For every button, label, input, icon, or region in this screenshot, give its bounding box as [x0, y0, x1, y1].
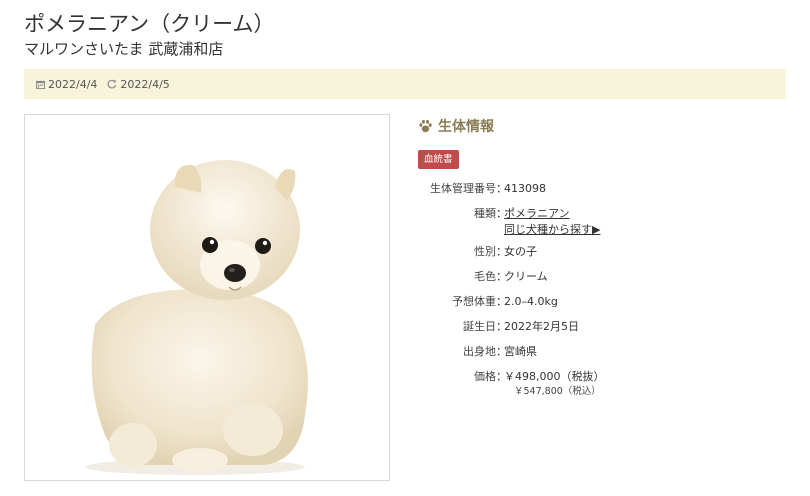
- info-separator: ：: [496, 182, 507, 195]
- info-separator: ：: [496, 295, 507, 308]
- published-date-text: 2022/4/4: [48, 77, 98, 91]
- info-label: 種類: [474, 207, 496, 220]
- info-separator: ：: [496, 207, 507, 220]
- info-separator: ：: [496, 345, 507, 358]
- info-row-color: 毛色 ： クリーム: [418, 270, 748, 284]
- updated-date: 2022/4/5: [107, 77, 170, 91]
- info-label: 予想体重: [452, 295, 496, 308]
- price-inc-tax: ￥547,800（税込）: [514, 386, 601, 397]
- refresh-icon: [107, 79, 117, 89]
- info-row-breed: 種類 ： ポメラニアン 同じ犬種から探す▶: [418, 207, 748, 237]
- info-row-weight: 予想体重 ： 2.0–4.0kg: [418, 295, 748, 309]
- same-breed-search-link[interactable]: 同じ犬種から探す▶: [504, 223, 748, 237]
- info-value: ￥498,000（税抜） ￥547,800（税込）: [504, 370, 748, 399]
- published-date: 2022/4/4: [36, 78, 97, 91]
- date-bar: 2022/4/4 2022/4/5: [24, 69, 786, 99]
- info-label: 毛色: [474, 270, 496, 283]
- info-separator: ：: [496, 270, 507, 283]
- info-row-sex: 性別 ： 女の子: [418, 245, 748, 259]
- info-value: 2022年2月5日: [504, 320, 579, 333]
- info-row-birthday: 誕生日 ： 2022年2月5日: [418, 320, 748, 334]
- puppy-image: [25, 115, 389, 480]
- shop-name: マルワンさいたま 武蔵浦和店: [24, 40, 224, 58]
- section-title: 生体情報: [418, 116, 494, 136]
- info-value: 413098: [504, 182, 546, 195]
- section-title-text: 生体情報: [438, 119, 494, 135]
- updated-date-text: 2022/4/5: [120, 77, 170, 91]
- calendar-icon: [36, 80, 45, 89]
- paw-icon: [419, 119, 432, 133]
- page-title: ポメラニアン（クリーム）: [24, 12, 275, 36]
- info-separator: ：: [496, 320, 507, 333]
- puppy-photo: [24, 114, 390, 481]
- info-value: 女の子: [504, 245, 537, 258]
- info-label: 出身地: [463, 345, 496, 358]
- info-label: 誕生日: [463, 320, 496, 333]
- info-value: 2.0–4.0kg: [504, 295, 558, 308]
- info-row-id: 生体管理番号 ： 413098: [418, 182, 748, 196]
- info-value: 宮崎県: [504, 345, 537, 358]
- price-ex-tax: ￥498,000（税抜）: [504, 370, 605, 383]
- info-value: ポメラニアン 同じ犬種から探す▶: [504, 207, 748, 237]
- info-label: 性別: [474, 245, 496, 258]
- info-row-origin: 出身地 ： 宮崎県: [418, 345, 748, 359]
- info-label: 価格: [474, 370, 496, 383]
- info-value: クリーム: [504, 270, 548, 283]
- info-table: 生体管理番号 ： 413098 種類 ： ポメラニアン 同じ犬種から探す▶ 性別…: [418, 182, 748, 410]
- pedigree-badge: 血統書: [418, 150, 459, 169]
- info-row-price: 価格 ： ￥498,000（税抜） ￥547,800（税込）: [418, 370, 748, 399]
- info-label: 生体管理番号: [430, 182, 496, 195]
- breed-link[interactable]: ポメラニアン: [504, 207, 748, 221]
- info-separator: ：: [496, 370, 507, 383]
- info-separator: ：: [496, 245, 507, 258]
